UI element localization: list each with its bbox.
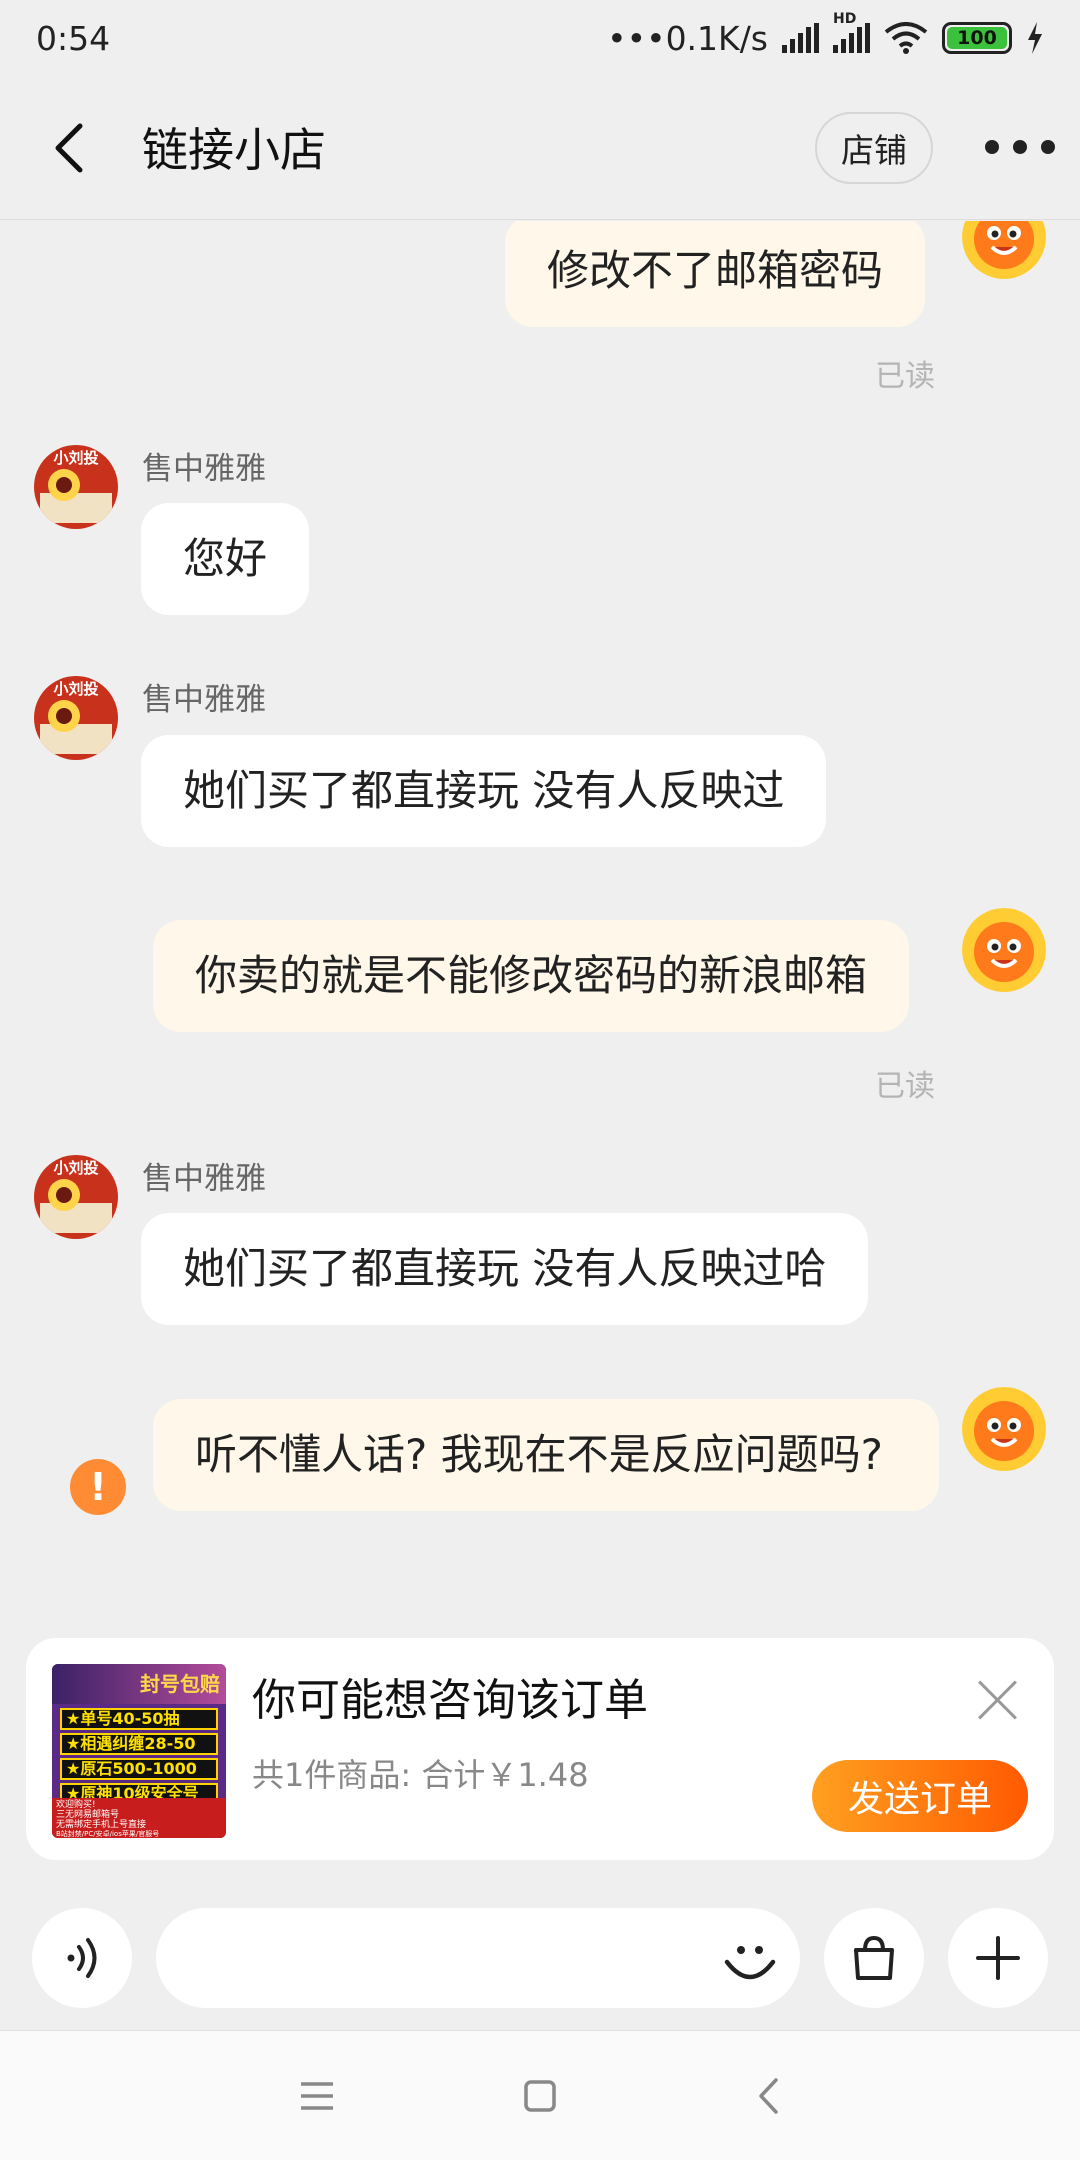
signal-icon xyxy=(782,23,819,53)
shop-button[interactable]: 店铺 xyxy=(815,112,933,184)
send-order-button[interactable]: 发送订单 xyxy=(812,1760,1028,1832)
hd-signal-icon: HD xyxy=(833,11,870,53)
home-icon[interactable] xyxy=(510,2071,570,2121)
read-status: 已读 xyxy=(875,1069,935,1104)
emoji-icon[interactable] xyxy=(722,1932,778,1988)
plus-icon xyxy=(976,1936,1020,1980)
battery-icon: 100 xyxy=(942,22,1012,54)
status-icons: •••0.1K/s HD 100 xyxy=(607,11,1044,58)
order-button[interactable] xyxy=(824,1908,924,2008)
shopping-bag-icon xyxy=(854,1935,894,1980)
message-bubble-incoming[interactable]: 您好 xyxy=(141,503,310,615)
nav-back-icon[interactable] xyxy=(738,2071,798,2121)
message-input[interactable] xyxy=(156,1908,800,2008)
thumbnail-footer-line: 三无网易邮箱号 xyxy=(56,1810,120,1820)
page-title: 链接小店 xyxy=(142,123,326,177)
more-actions-button[interactable] xyxy=(948,1908,1048,2008)
seller-avatar[interactable]: 小刘投 xyxy=(34,1155,118,1239)
voice-input-button[interactable] xyxy=(32,1908,132,2008)
user-avatar[interactable] xyxy=(962,1387,1046,1471)
thumbnail-footer-line: 欢迎购买! xyxy=(56,1800,96,1810)
message-list[interactable]: 修改不了邮箱密码 已读 小刘投 售中雅雅 您好 小刘投 售中雅雅 她们买了都直接… xyxy=(0,221,1080,1611)
seller-avatar[interactable]: 小刘投 xyxy=(34,676,118,760)
thumbnail-footer: 欢迎购买! 三无网易邮箱号 无需绑定手机上号直接 B站封禁/PC/安卓/ios苹… xyxy=(52,1798,226,1838)
thumbnail-row: ★单号40-50抽 xyxy=(60,1708,218,1730)
order-card-title: 你可能想咨询该订单 xyxy=(252,1675,648,1726)
system-nav-bar xyxy=(0,2030,1080,2160)
user-avatar[interactable] xyxy=(962,221,1046,279)
sender-name: 售中雅雅 xyxy=(142,682,266,718)
message-bubble-outgoing[interactable]: 你卖的就是不能修改密码的新浪邮箱 xyxy=(153,920,910,1032)
svg-text:小刘投: 小刘投 xyxy=(53,449,98,467)
thumbnail-badge: 封号包赔 xyxy=(140,1672,220,1696)
status-bar: 0:54 •••0.1K/s HD 100 xyxy=(0,0,1080,76)
send-failed-icon[interactable]: ! xyxy=(70,1459,126,1515)
battery-level: 100 xyxy=(947,27,1007,49)
wifi-icon xyxy=(884,22,928,54)
close-icon[interactable] xyxy=(976,1678,1020,1722)
charging-icon xyxy=(1028,22,1042,54)
thumbnail-row: ★原石500-1000 xyxy=(60,1758,218,1780)
status-time: 0:54 xyxy=(36,18,111,58)
user-avatar[interactable] xyxy=(962,908,1046,992)
thumbnail-footer-line: B站封禁/PC/安卓/ios苹果/官服号 xyxy=(56,1830,160,1838)
sender-name: 售中雅雅 xyxy=(142,451,266,487)
more-icon[interactable] xyxy=(985,132,1055,162)
order-suggestion-card[interactable]: 封号包赔 ★单号40-50抽 ★相遇纠缠28-50 ★原石500-1000 ★原… xyxy=(26,1638,1054,1860)
order-card-summary: 共1件商品: 合计￥1.48 xyxy=(252,1756,589,1794)
message-bubble-outgoing[interactable]: 修改不了邮箱密码 xyxy=(505,221,926,327)
hd-label: HD xyxy=(833,11,857,27)
sender-name: 售中雅雅 xyxy=(142,1161,266,1197)
back-arrow-icon[interactable] xyxy=(44,120,100,176)
message-bubble-incoming[interactable]: 她们买了都直接玩 没有人反映过哈 xyxy=(141,1213,869,1325)
order-thumbnail[interactable]: 封号包赔 ★单号40-50抽 ★相遇纠缠28-50 ★原石500-1000 ★原… xyxy=(52,1664,226,1838)
seller-avatar[interactable]: 小刘投 xyxy=(34,445,118,529)
thumbnail-footer-line: 无需绑定手机上号直接 xyxy=(56,1820,147,1830)
thumbnail-header: 封号包赔 xyxy=(52,1664,226,1704)
chat-header: 链接小店 店铺 xyxy=(0,76,1080,220)
recent-apps-icon[interactable] xyxy=(287,2071,347,2121)
network-speed: •••0.1K/s xyxy=(607,18,768,58)
svg-text:小刘投: 小刘投 xyxy=(53,1159,98,1177)
message-bubble-incoming[interactable]: 她们买了都直接玩 没有人反映过 xyxy=(141,735,827,847)
message-bubble-outgoing[interactable]: 听不懂人话? 我现在不是反应问题吗? xyxy=(153,1399,939,1511)
thumbnail-row: ★相遇纠缠28-50 xyxy=(60,1733,218,1755)
read-status: 已读 xyxy=(875,359,935,394)
voice-icon xyxy=(67,1938,97,1978)
svg-text:小刘投: 小刘投 xyxy=(53,680,98,698)
input-bar xyxy=(0,1880,1080,2030)
